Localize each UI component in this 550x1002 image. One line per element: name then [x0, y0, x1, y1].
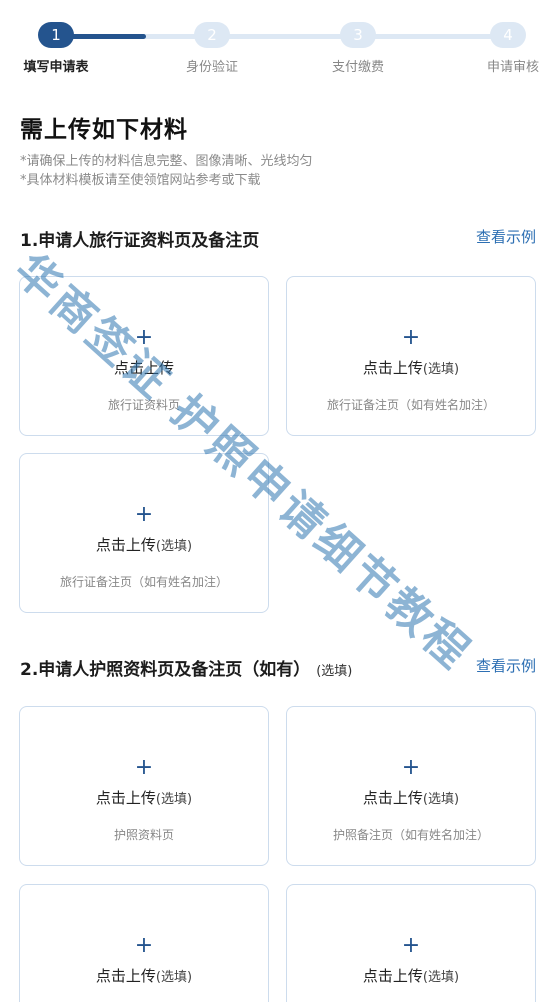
optional-tag: (选填) — [422, 970, 460, 985]
plus-icon: + — [134, 325, 154, 350]
section-title-text: 2.申请人护照资料页及备注页（如有） — [20, 660, 311, 680]
upload-label: 点击上传 — [20, 357, 268, 378]
card-description: 旅行证备注页（如有姓名加注） — [59, 575, 228, 589]
upload-materials-page: 1 填写申请表 2 身份验证 3 支付缴费 4 申请审核 需上传如下材料 *请确… — [0, 0, 550, 1002]
upload-card-passport-info-page[interactable]: + 点击上传(选填) 护照资料页 — [19, 706, 269, 866]
plus-icon: + — [401, 755, 421, 780]
section-passport-header: 2.申请人护照资料页及备注页（如有） (选填) 查看示例 — [20, 655, 536, 683]
step-number-badge: 3 — [340, 22, 376, 48]
optional-tag: (选填) — [155, 970, 193, 985]
intro-note-line: *请确保上传的材料信息完整、图像清晰、光线均匀 — [20, 154, 313, 169]
plus-icon: + — [134, 502, 154, 527]
upload-label-text: 点击上传 — [95, 789, 156, 807]
upload-card-passport-remarks-page[interactable]: + 点击上传(选填) 护照备注页（如有姓名加注） — [286, 706, 536, 866]
optional-tag: (选填) — [316, 664, 353, 679]
upload-label-text: 点击上传 — [362, 967, 423, 985]
card-description: 护照备注页（如有姓名加注） — [332, 828, 489, 842]
upload-card-travel-permit-info-page[interactable]: + 点击上传 旅行证资料页 — [19, 276, 269, 436]
step-application-review[interactable]: 4 申请审核 — [438, 14, 550, 75]
section-title-text: 1.申请人旅行证资料页及备注页 — [20, 231, 260, 251]
step-fill-application[interactable]: 1 填写申请表 — [0, 14, 126, 75]
upload-label-text: 点击上传 — [362, 789, 423, 807]
intro-note-line: *具体材料模板请至使领馆网站参考或下载 — [20, 173, 261, 188]
upload-label: 点击上传(选填) — [287, 787, 535, 808]
upload-label-text: 点击上传 — [95, 536, 156, 554]
step-label: 申请审核 — [486, 60, 539, 75]
plus-icon: + — [401, 933, 421, 958]
upload-card-passport-extra-2[interactable]: + 点击上传(选填) — [286, 884, 536, 1002]
card-description: 护照资料页 — [113, 828, 174, 842]
section-travel-permit-header: 1.申请人旅行证资料页及备注页 查看示例 — [20, 226, 536, 254]
upload-label: 点击上传(选填) — [20, 787, 268, 808]
upload-label: 点击上传(选填) — [287, 965, 535, 986]
section-title: 2.申请人护照资料页及备注页（如有） (选填) — [20, 655, 352, 680]
step-payment[interactable]: 3 支付缴费 — [288, 14, 428, 75]
upload-card-travel-permit-remarks-page[interactable]: + 点击上传(选填) 旅行证备注页（如有姓名加注） — [286, 276, 536, 436]
upload-label-text: 点击上传 — [362, 359, 423, 377]
plus-icon: + — [401, 325, 421, 350]
upload-label: 点击上传(选填) — [20, 965, 268, 986]
page-title: 需上传如下材料 — [20, 117, 188, 143]
optional-tag: (选填) — [422, 792, 460, 807]
upload-card-travel-permit-remarks-page-2[interactable]: + 点击上传(选填) 旅行证备注页（如有姓名加注） — [19, 453, 269, 613]
optional-tag: (选填) — [155, 539, 193, 554]
step-number-badge: 2 — [194, 22, 230, 48]
step-identity-verification[interactable]: 2 身份验证 — [142, 14, 282, 75]
plus-icon: + — [134, 755, 154, 780]
progress-stepper: 1 填写申请表 2 身份验证 3 支付缴费 4 申请审核 — [0, 14, 550, 84]
step-number-badge: 4 — [490, 22, 526, 48]
intro-block: 需上传如下材料 *请确保上传的材料信息完整、图像清晰、光线均匀 *具体材料模板请… — [20, 110, 530, 190]
upload-label: 点击上传(选填) — [287, 357, 535, 378]
card-description: 旅行证备注页（如有姓名加注） — [326, 398, 495, 412]
step-label: 支付缴费 — [331, 60, 384, 75]
card-description: 旅行证资料页 — [107, 398, 180, 412]
upload-label-text: 点击上传 — [95, 967, 156, 985]
upload-label-text: 点击上传 — [113, 359, 174, 377]
step-label: 身份验证 — [185, 60, 238, 75]
step-label: 填写申请表 — [23, 60, 89, 75]
plus-icon: + — [134, 933, 154, 958]
intro-notes: *请确保上传的材料信息完整、图像清晰、光线均匀 *具体材料模板请至使领馆网站参考… — [20, 152, 530, 190]
step-number-badge: 1 — [38, 22, 74, 48]
view-sample-link[interactable]: 查看示例 — [476, 655, 536, 676]
section-title: 1.申请人旅行证资料页及备注页 — [20, 226, 259, 251]
optional-tag: (选填) — [422, 362, 460, 377]
upload-label: 点击上传(选填) — [20, 534, 268, 555]
upload-card-passport-extra-1[interactable]: + 点击上传(选填) — [19, 884, 269, 1002]
optional-tag: (选填) — [155, 792, 193, 807]
view-sample-link[interactable]: 查看示例 — [476, 226, 536, 247]
